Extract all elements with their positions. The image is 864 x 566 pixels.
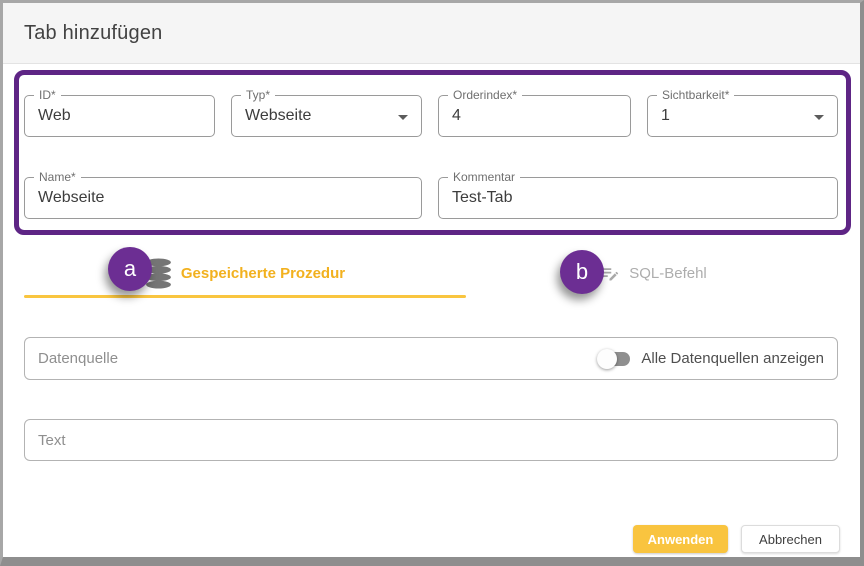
active-tab-indicator (24, 295, 466, 298)
id-field-label: ID* (34, 88, 61, 103)
cancel-button[interactable]: Abbrechen (741, 525, 840, 553)
text-input[interactable] (38, 420, 824, 460)
kommentar-field[interactable]: Kommentar (438, 177, 838, 219)
toggle-thumb (597, 349, 617, 369)
datenquelle-row: Alle Datenquellen anzeigen (24, 337, 838, 380)
datenquelle-input[interactable] (38, 338, 597, 379)
sichtbarkeit-field-label: Sichtbarkeit* (657, 88, 734, 103)
tab-label-sql-befehl: SQL-Befehl (629, 265, 707, 282)
typ-field[interactable]: Typ* (231, 95, 422, 137)
typ-field-label: Typ* (241, 88, 275, 103)
kommentar-field-label: Kommentar (448, 170, 520, 185)
sichtbarkeit-field[interactable]: Sichtbarkeit* (647, 95, 838, 137)
chevron-down-icon[interactable] (814, 115, 824, 120)
text-row (24, 419, 838, 461)
chevron-down-icon[interactable] (398, 115, 408, 120)
orderindex-field-label: Orderindex* (448, 88, 522, 103)
annotation-badge-a: a (108, 247, 152, 291)
name-field-label: Name* (34, 170, 81, 185)
dialog-window: Tab hinzufügen ID* Typ* Orderindex* Sich… (0, 0, 864, 566)
name-input[interactable] (25, 178, 421, 218)
tab-label-gespeicherte-prozedur: Gespeicherte Prozedur (181, 265, 345, 282)
annotation-badge-b: b (560, 250, 604, 294)
orderindex-field[interactable]: Orderindex* (438, 95, 631, 137)
name-field[interactable]: Name* (24, 177, 422, 219)
page-title: Tab hinzufügen (24, 22, 162, 45)
toggle-label: Alle Datenquellen anzeigen (641, 350, 824, 367)
tab-gespeicherte-prozedur[interactable]: Gespeicherte Prozedur (24, 248, 466, 298)
id-field[interactable]: ID* (24, 95, 215, 137)
tab-sql-befehl[interactable]: SQL-Befehl (466, 248, 840, 298)
alle-datenquellen-toggle[interactable] (597, 349, 630, 369)
dialog-header: Tab hinzufügen (3, 3, 860, 64)
apply-button[interactable]: Anwenden (633, 525, 728, 553)
